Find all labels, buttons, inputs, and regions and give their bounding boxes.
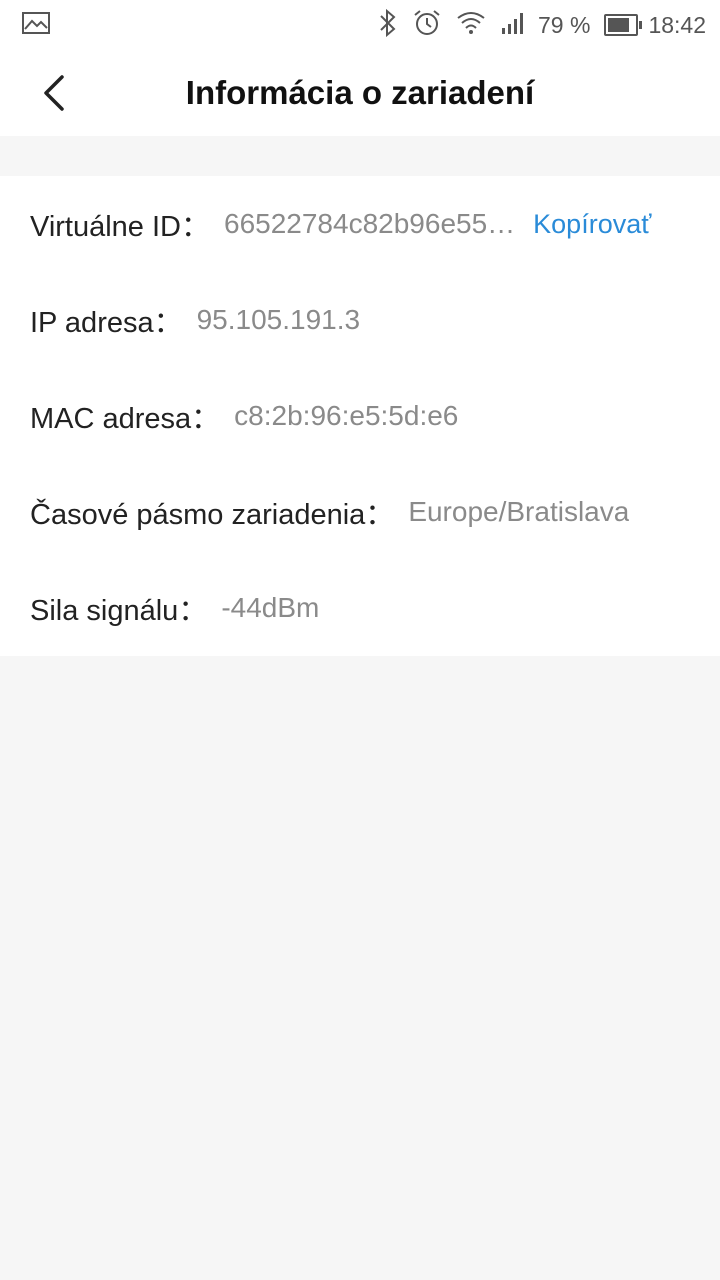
mac-address-label: MAC adresa： xyxy=(30,403,221,435)
ip-address-label: IP adresa： xyxy=(30,307,183,339)
image-icon xyxy=(22,12,50,34)
alarm-icon xyxy=(412,8,442,43)
page-title: Informácia o zariadení xyxy=(185,74,535,111)
signal-strength-row: Sila signálu： -44dBm xyxy=(30,560,700,656)
battery-icon xyxy=(604,14,643,36)
virtual-id-row: Virtuálne ID： 66522784c82b96e55… Kopírov… xyxy=(30,176,700,272)
timezone-value: Europe/Bratislava xyxy=(408,496,630,527)
wifi-icon xyxy=(456,8,486,43)
mac-address-value: c8:2b:96:e5:5d:e6 xyxy=(234,400,459,431)
ip-address-row: IP adresa： 95.105.191.3 xyxy=(30,272,700,368)
signal-strength-value: -44dBm xyxy=(221,592,320,623)
copy-button[interactable]: Kopírovať xyxy=(533,209,651,240)
battery-percent: 79 % xyxy=(538,11,591,38)
virtual-id-label: Virtuálne ID： xyxy=(30,211,210,243)
status-icons: 79 % 18:42 xyxy=(364,8,706,42)
top-app-bar: Informácia o zariadení xyxy=(0,50,720,136)
virtual-id-value: 66522784c82b96e55… xyxy=(224,208,516,239)
device-info-card: Virtuálne ID： 66522784c82b96e55… Kopírov… xyxy=(0,176,720,656)
status-bar: 79 % 18:42 xyxy=(0,0,720,50)
battery-level-fill xyxy=(608,18,630,32)
bluetooth-icon xyxy=(378,8,398,43)
ip-address-value: 95.105.191.3 xyxy=(196,304,361,335)
status-time: 18:42 xyxy=(648,11,706,38)
timezone-label: Časové pásmo zariadenia： xyxy=(30,499,395,531)
signal-icon xyxy=(500,10,528,41)
timezone-row: Časové pásmo zariadenia： Europe/Bratisla… xyxy=(30,464,700,560)
signal-strength-label: Sila signálu： xyxy=(30,595,208,627)
mac-address-row: MAC adresa： c8:2b:96:e5:5d:e6 xyxy=(30,368,700,464)
back-button[interactable] xyxy=(28,68,82,122)
chevron-left-icon xyxy=(40,73,70,118)
